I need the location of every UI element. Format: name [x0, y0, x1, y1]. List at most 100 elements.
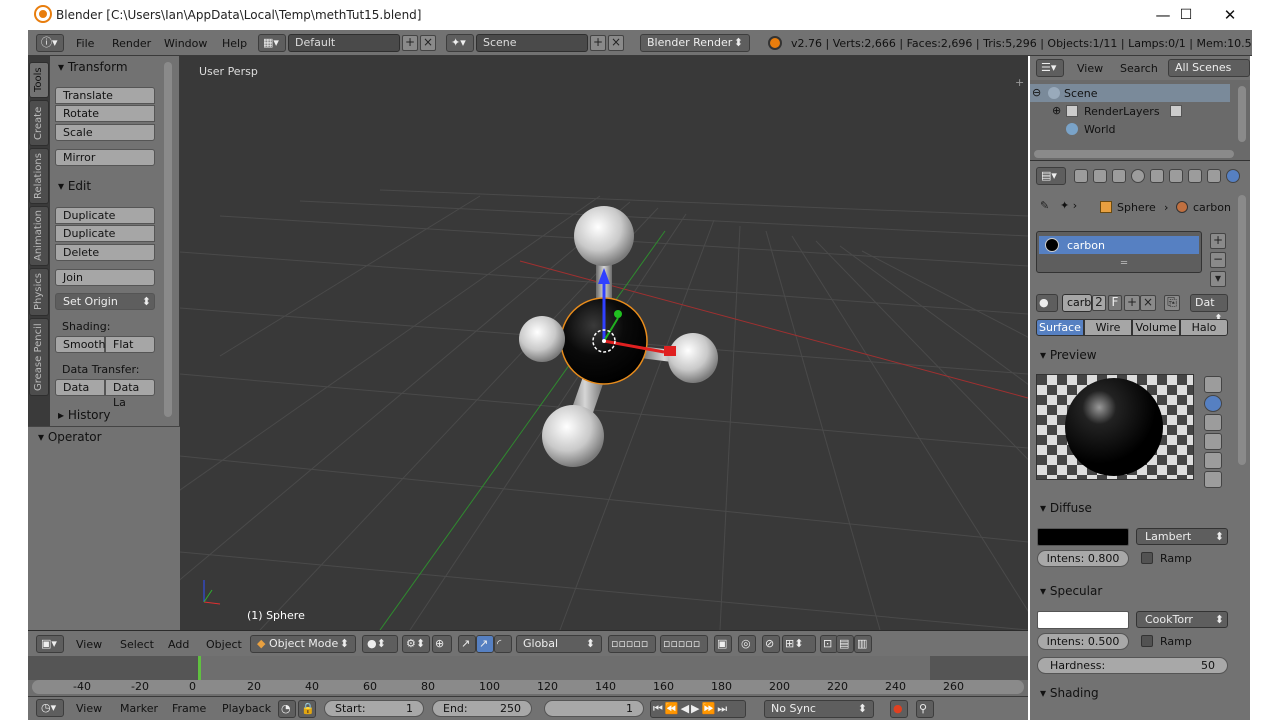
- screen-layout-icon[interactable]: ▦▾: [258, 34, 286, 52]
- menu-add[interactable]: Add: [168, 638, 189, 651]
- opengl-anim-icon[interactable]: ▥: [854, 635, 872, 653]
- material-name-field[interactable]: carb: [1062, 294, 1092, 312]
- outliner-row-world[interactable]: World: [1030, 120, 1230, 138]
- collapse-scene-icon[interactable]: ⊖: [1032, 86, 1041, 99]
- snap-element-select[interactable]: ⊞⬍: [782, 635, 816, 653]
- current-frame-marker[interactable]: [198, 656, 201, 680]
- tool-shelf-scrollbar[interactable]: [164, 62, 172, 417]
- preview-sphere-icon[interactable]: [1204, 395, 1222, 412]
- outliner-v-scrollbar[interactable]: [1238, 86, 1246, 142]
- proportional-edit-icon[interactable]: ◎: [738, 635, 756, 653]
- specular-panel-header[interactable]: ▾ Specular: [1040, 584, 1102, 598]
- scale-button[interactable]: Scale: [55, 124, 155, 141]
- pivot-point-select[interactable]: ⚙⬍: [402, 635, 430, 653]
- menu-outliner-view[interactable]: View: [1077, 62, 1103, 75]
- scene-field[interactable]: Scene: [476, 34, 588, 52]
- properties-editor[interactable]: ▤▾ ✎ ✦ › Sphere › carbon carbon ═ + − ▾ …: [1030, 160, 1250, 720]
- current-frame-field[interactable]: 1: [544, 700, 644, 717]
- mirror-button[interactable]: Mirror: [55, 149, 155, 166]
- playback-controls[interactable]: ⏮⏪◀▶⏩⏭: [650, 700, 746, 718]
- unlink-material-icon[interactable]: ×: [1140, 295, 1156, 311]
- diffuse-color-swatch[interactable]: [1037, 528, 1129, 546]
- diffuse-panel-header[interactable]: ▾ Diffuse: [1040, 501, 1092, 515]
- tab-animation[interactable]: Animation: [29, 206, 49, 266]
- diffuse-shader-select[interactable]: Lambert ⬍: [1136, 528, 1228, 545]
- scene-selector-icon[interactable]: ✦▾: [446, 34, 474, 52]
- specular-color-swatch[interactable]: [1037, 611, 1129, 629]
- menu-marker[interactable]: Marker: [120, 702, 158, 715]
- history-panel-header[interactable]: ▸ History: [58, 408, 111, 422]
- operator-panel-header[interactable]: ▾ Operator: [38, 430, 102, 444]
- material-slot-item[interactable]: carbon: [1039, 236, 1199, 254]
- hydrogen-atom-left[interactable]: [519, 316, 565, 362]
- object-mode-select[interactable]: ◆ Object Mode ⬍: [250, 635, 356, 653]
- scene-tab-icon[interactable]: [1112, 169, 1126, 183]
- properties-scrollbar[interactable]: [1238, 195, 1246, 465]
- editor-type-3d-icon[interactable]: ▣▾: [36, 635, 64, 653]
- editor-type-properties-icon[interactable]: ▤▾: [1036, 167, 1066, 185]
- menu-outliner-search[interactable]: Search: [1120, 62, 1158, 75]
- rotate-button[interactable]: Rotate: [55, 105, 155, 122]
- timeline-area[interactable]: -40 -20 0 20 40 60 80 100 120 140 160 180 200 220 240 2…: [28, 656, 1028, 696]
- record-keyframe-icon[interactable]: ●: [890, 700, 908, 718]
- opengl-render-icon[interactable]: ▤: [836, 635, 854, 653]
- diffuse-ramp-checkbox[interactable]: [1141, 552, 1153, 564]
- layer-buttons-2[interactable]: ▫▫▫▫▫: [660, 635, 708, 653]
- tab-create[interactable]: Create: [29, 100, 49, 146]
- close-button[interactable]: ✕: [1207, 0, 1253, 30]
- outliner-display-mode-select[interactable]: All Scenes: [1168, 59, 1250, 77]
- tab-surface[interactable]: Surface: [1036, 319, 1084, 336]
- preview-range-icon[interactable]: ◔: [278, 700, 296, 718]
- tab-wire[interactable]: Wire: [1084, 319, 1132, 336]
- world-tab-icon[interactable]: [1131, 169, 1145, 183]
- menu-help[interactable]: Help: [222, 37, 247, 50]
- editor-type-info-icon[interactable]: ⓘ▾: [36, 34, 64, 52]
- new-material-icon[interactable]: +: [1124, 295, 1140, 311]
- smooth-button[interactable]: Smooth: [55, 336, 105, 353]
- snap-toggle-icon[interactable]: ⊘: [762, 635, 780, 653]
- render-layers-tab-icon[interactable]: [1093, 169, 1107, 183]
- add-scene-icon[interactable]: +: [590, 35, 606, 51]
- hydrogen-atom-right[interactable]: [668, 333, 718, 383]
- join-button[interactable]: Join: [55, 269, 155, 286]
- hydrogen-atom-bottom[interactable]: [542, 405, 604, 467]
- transform-panel-header[interactable]: ▾ Transform: [58, 60, 128, 74]
- material-slot-list[interactable]: carbon ═: [1036, 231, 1202, 273]
- outliner-h-scrollbar[interactable]: [1034, 150, 1234, 158]
- tab-halo[interactable]: Halo: [1180, 319, 1228, 336]
- material-link-select[interactable]: Dat⬍: [1190, 294, 1228, 325]
- add-screen-icon[interactable]: +: [402, 35, 418, 51]
- rotate-manipulator-icon[interactable]: ↗: [476, 635, 494, 653]
- 3d-viewport[interactable]: User Persp (1) Sphere +: [180, 56, 1028, 630]
- tab-volume[interactable]: Volume: [1132, 319, 1180, 336]
- specular-shader-select[interactable]: CookTorr ⬍: [1136, 611, 1228, 628]
- duplicate-linked-button[interactable]: Duplicate Linked: [55, 225, 155, 255]
- user-count[interactable]: 2: [1092, 295, 1106, 311]
- menu-window[interactable]: Window: [164, 37, 207, 50]
- delete-button[interactable]: Delete: [55, 244, 155, 261]
- render-tab-icon[interactable]: [1074, 169, 1088, 183]
- hardness-field[interactable]: Hardness: 50: [1037, 657, 1228, 674]
- menu-select[interactable]: Select: [120, 638, 154, 651]
- layer-lock-icon[interactable]: ▣: [714, 635, 732, 653]
- lock-range-icon[interactable]: 🔒: [298, 700, 316, 718]
- constraints-tab-icon[interactable]: [1169, 169, 1183, 183]
- outliner-row-scene[interactable]: ⊖ Scene: [1030, 84, 1230, 102]
- keying-set-icon[interactable]: ⚲: [916, 700, 934, 718]
- remove-screen-icon[interactable]: ×: [420, 35, 436, 51]
- scale-manipulator-icon[interactable]: ◜: [494, 635, 512, 653]
- sync-mode-select[interactable]: No Sync ⬍: [764, 700, 874, 718]
- menu-render[interactable]: Render: [112, 37, 151, 50]
- diffuse-intensity-field[interactable]: Intens: 0.800: [1037, 550, 1129, 567]
- preview-monkey-icon[interactable]: [1204, 433, 1222, 450]
- tab-physics[interactable]: Physics: [29, 268, 49, 316]
- renderlayer-visibility-icon[interactable]: [1170, 105, 1182, 117]
- outliner-row-renderlayers[interactable]: ⊕ RenderLayers: [1030, 102, 1230, 120]
- hydrogen-atom-top[interactable]: [574, 206, 634, 266]
- material-tab-icon[interactable]: [1226, 169, 1240, 183]
- flat-button[interactable]: Flat: [105, 336, 155, 353]
- layer-buttons-1[interactable]: ▫▫▫▫▫: [608, 635, 656, 653]
- screen-layout-field[interactable]: Default: [288, 34, 400, 52]
- fake-user-toggle[interactable]: F: [1108, 295, 1122, 311]
- menu-timeline-view[interactable]: View: [76, 702, 102, 715]
